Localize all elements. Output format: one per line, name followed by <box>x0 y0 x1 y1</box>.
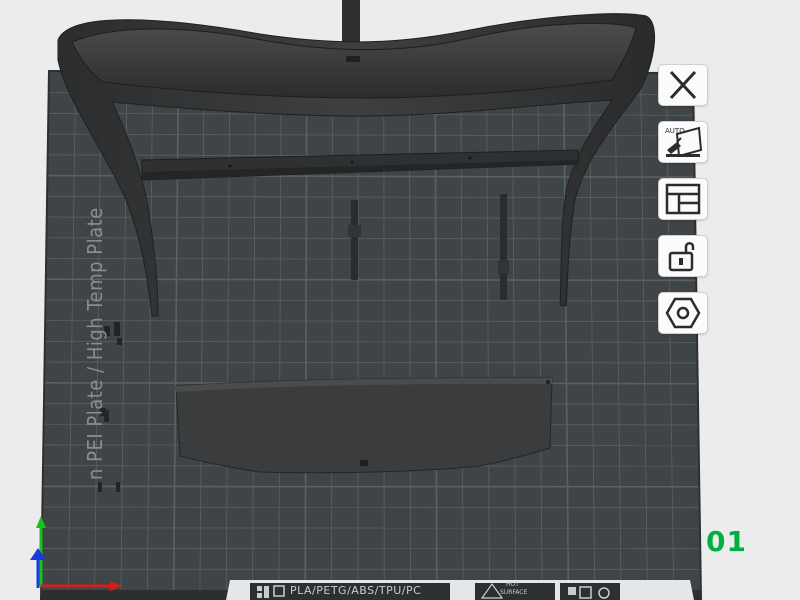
delete-plate-button[interactable] <box>658 64 708 106</box>
close-icon <box>669 70 697 100</box>
bed-filament-text: PLA/PETG/ABS/TPU/PC <box>290 584 422 597</box>
auto-badge-text: AUTO <box>665 127 685 135</box>
auto-orient-button[interactable]: AUTO <box>658 121 708 163</box>
plate-type-label: n PEI Plate / High Temp Plate <box>83 207 107 480</box>
arrange-button[interactable] <box>658 178 708 220</box>
3d-viewport[interactable]: n PEI Plate / High Temp Plate PLA/PETG/A… <box>0 0 800 600</box>
build-plate <box>40 70 702 600</box>
plate-number[interactable]: 01 <box>706 528 747 556</box>
model-top-rod <box>342 0 360 42</box>
arrange-icon <box>665 183 701 215</box>
unlock-icon <box>668 242 695 272</box>
plate-settings-button[interactable] <box>658 292 708 334</box>
lock-plate-button[interactable] <box>658 235 708 277</box>
model-curved-panel[interactable] <box>175 377 553 474</box>
auto-orient-icon: AUTO <box>665 126 703 158</box>
hot-surface-label-1: HOT <box>506 581 519 588</box>
hot-surface-label-2: SURFACE <box>500 589 528 596</box>
hex-nut-icon <box>665 297 701 329</box>
